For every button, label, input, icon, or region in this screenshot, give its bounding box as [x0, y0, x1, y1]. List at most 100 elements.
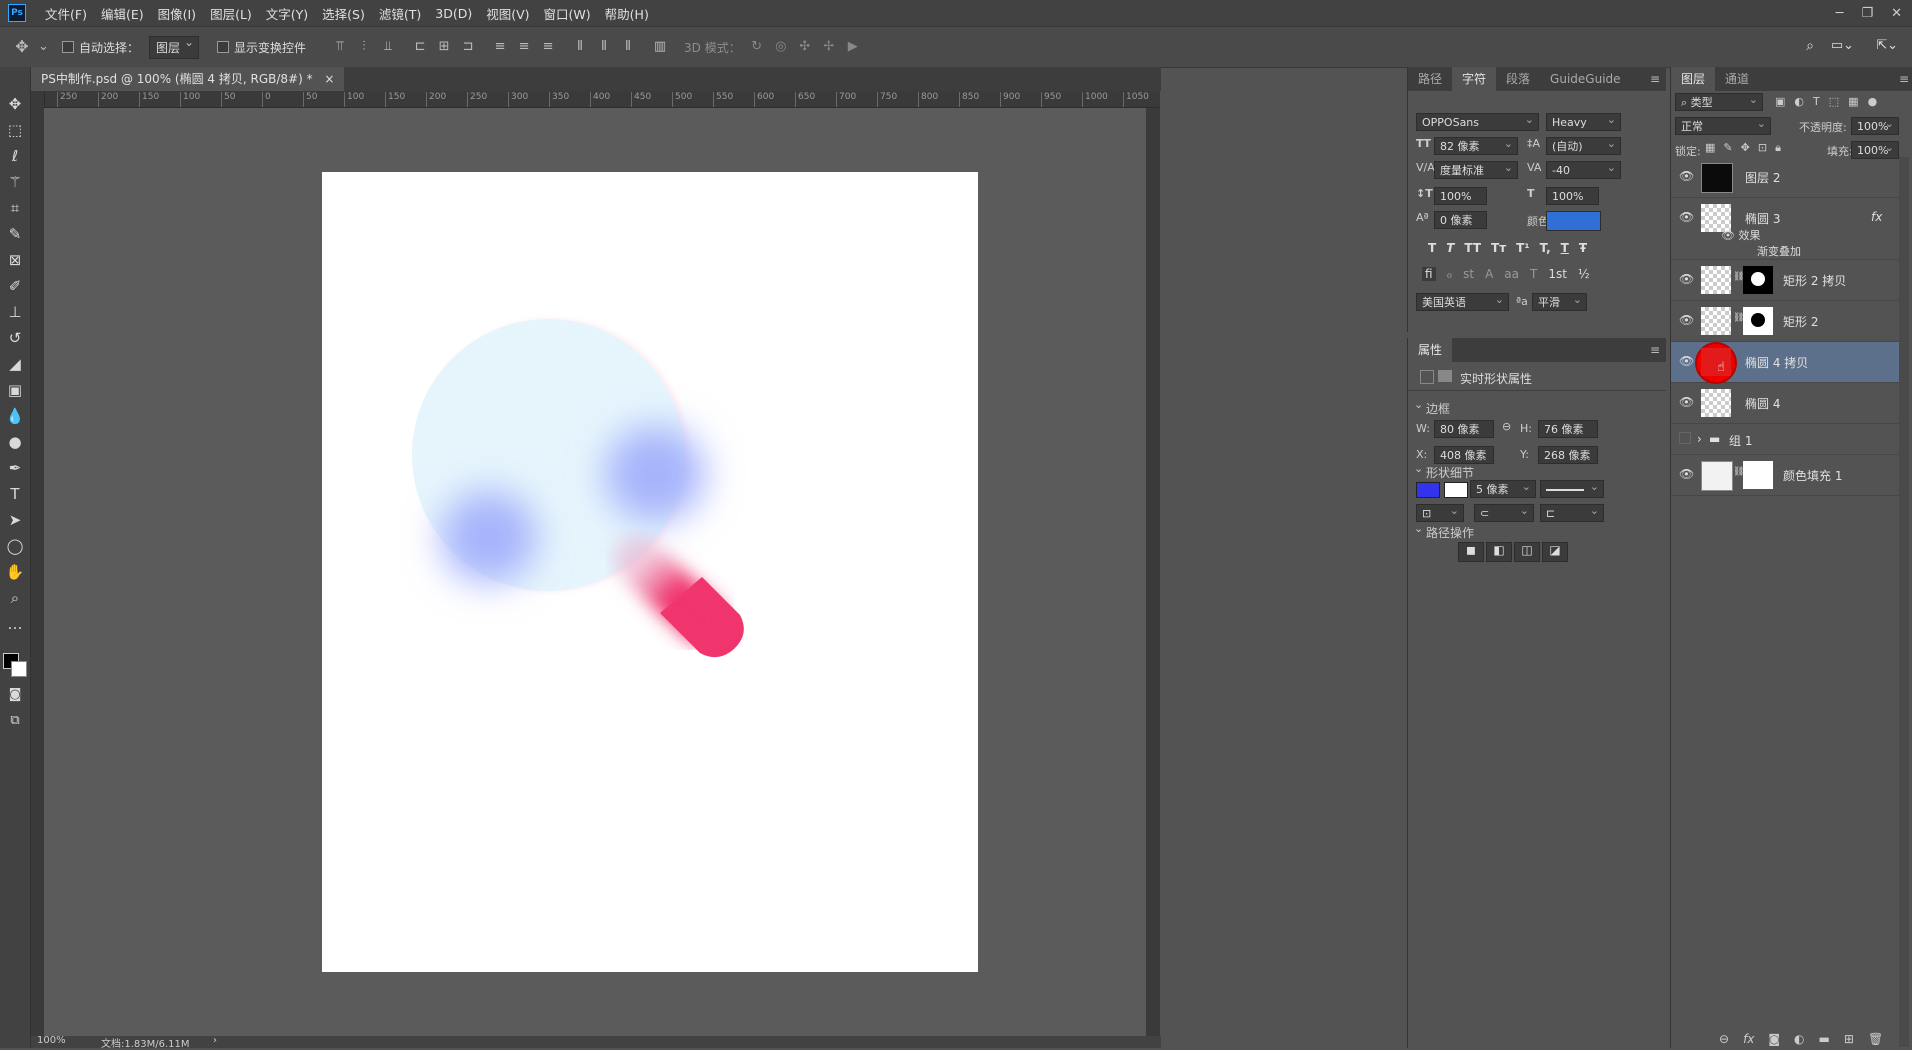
image-filter-icon[interactable]: ▣ — [1775, 95, 1785, 108]
hand-tool-icon[interactable]: ✋ — [0, 559, 30, 585]
distribute-right-icon[interactable]: ⦀ — [620, 40, 636, 54]
chevron-right-icon[interactable]: › — [1697, 432, 1702, 446]
panel-menu-icon[interactable]: ≡ — [1650, 343, 1660, 357]
visibility-box[interactable] — [1679, 432, 1691, 444]
more-tools-icon[interactable]: … — [0, 611, 30, 637]
share-icon[interactable]: ⇱⌄ — [1876, 38, 1898, 53]
height-field[interactable]: 76 像素 — [1538, 420, 1598, 438]
stroke-style-select[interactable] — [1540, 478, 1604, 498]
subtract-shapes-icon[interactable]: ◧ — [1486, 542, 1512, 562]
faux-italic-button[interactable]: T — [1446, 241, 1454, 255]
stroke-cap-select[interactable]: ⊂ — [1474, 502, 1534, 522]
lock-artboard-icon[interactable]: ⊡ — [1758, 141, 1767, 155]
tab-paths[interactable]: 路径 — [1408, 67, 1452, 91]
kerning-field[interactable]: 度量标准 — [1434, 159, 1518, 179]
tab-properties[interactable]: 属性 — [1408, 338, 1453, 362]
3d-slide-icon[interactable]: ✢ — [821, 40, 837, 54]
fill-color-swatch[interactable] — [1416, 482, 1440, 498]
mask-props-icon[interactable] — [1438, 370, 1452, 382]
search-icon[interactable]: ⌕ — [1806, 38, 1814, 54]
panel-menu-icon[interactable]: ≡ — [1650, 72, 1660, 86]
superscript-button[interactable]: T¹ — [1516, 241, 1529, 255]
new-layer-icon[interactable]: ⊞ — [1844, 1032, 1854, 1046]
menu-filter[interactable]: 滤镜(T) — [372, 4, 428, 23]
visibility-eye-icon[interactable]: 👁︎ — [1721, 229, 1738, 242]
font-size-field[interactable]: 82 像素 — [1434, 135, 1518, 155]
layer-row[interactable]: 👁︎ 椭圆 3 fx — [1671, 198, 1899, 238]
checkbox-icon[interactable] — [62, 41, 74, 53]
distribute-top-icon[interactable]: ≡ — [492, 40, 508, 54]
lock-pixels-icon[interactable]: ✎ — [1723, 141, 1732, 155]
menu-view[interactable]: 视图(V) — [479, 4, 536, 23]
frame-tool-icon[interactable]: ⊠ — [0, 247, 30, 273]
opacity-field[interactable]: 100% — [1851, 115, 1899, 135]
history-brush-icon[interactable]: ↺ — [0, 325, 30, 351]
color-swatches[interactable] — [0, 637, 30, 681]
stroke-width-field[interactable]: 5 像素 — [1470, 478, 1536, 498]
path-select-tool-icon[interactable]: ➤ — [0, 507, 30, 533]
gradient-overlay-row[interactable]: 渐变叠加 — [1757, 243, 1801, 259]
exclude-shapes-icon[interactable]: ◪ — [1542, 542, 1568, 562]
align-bottom-icon[interactable]: ⫫ — [380, 40, 396, 54]
stamp-tool-icon[interactable]: ⊥ — [0, 299, 30, 325]
ligature-button[interactable]: ﬁ — [1422, 267, 1436, 281]
pen-tool-icon[interactable]: ✒ — [0, 455, 30, 481]
tab-channels[interactable]: 通道 — [1715, 67, 1759, 91]
tab-paragraph[interactable]: 段落 — [1496, 67, 1540, 91]
antialias-select[interactable]: 平滑 — [1532, 291, 1587, 311]
layer-row[interactable]: 👁︎ 椭圆 4 — [1671, 383, 1899, 424]
small-caps-button[interactable]: Tт — [1491, 241, 1506, 255]
zoom-tool-icon[interactable]: ⌕ — [0, 585, 30, 611]
screen-mode-icon[interactable]: ⧉ — [0, 707, 30, 733]
ellipse-tool-icon[interactable]: ◯ — [0, 533, 30, 559]
blur-tool-icon[interactable]: 💧 — [0, 403, 30, 429]
panel-menu-icon[interactable]: ≡ — [1899, 72, 1909, 86]
group-row[interactable]: › ▬ 组 1 — [1671, 424, 1899, 455]
titling-button[interactable]: aa — [1504, 267, 1519, 281]
tracking-field[interactable]: -40 — [1546, 159, 1621, 179]
shape-props-icon[interactable] — [1420, 370, 1434, 384]
shape-filter-icon[interactable]: ⬚ — [1829, 95, 1839, 108]
layer-filter-select[interactable]: ⌕ 类型 — [1675, 91, 1763, 111]
dodge-tool-icon[interactable]: ● — [0, 429, 30, 455]
document-tab[interactable]: PS中制作.psd @ 100% (椭圆 4 拷贝, RGB/8#) * × — [31, 67, 345, 91]
layer-row[interactable]: 👁︎ ⛓ 矩形 2 — [1671, 301, 1899, 342]
baseline-shift-field[interactable]: 0 像素 — [1434, 211, 1487, 229]
delete-layer-icon[interactable]: 🗑︎ — [1868, 1032, 1883, 1046]
link-icon[interactable]: ⊖ — [1502, 420, 1511, 433]
combine-shapes-icon[interactable]: ◼ — [1458, 542, 1484, 562]
marquee-tool-icon[interactable]: ⬚ — [0, 117, 30, 143]
visibility-eye-icon[interactable]: 👁︎ — [1679, 395, 1694, 409]
menu-image[interactable]: 图像(I) — [151, 4, 203, 23]
workspace-icon[interactable]: ▭⌄ — [1831, 38, 1854, 53]
gradient-tool-icon[interactable]: ▣ — [0, 377, 30, 403]
status-arrow-icon[interactable]: › — [213, 1035, 217, 1046]
add-mask-icon[interactable]: ◙ — [1768, 1032, 1780, 1046]
3d-roll-icon[interactable]: ◎ — [773, 40, 789, 54]
move-tool-icon[interactable]: ✥ — [0, 91, 30, 117]
fractions-button[interactable]: ½ — [1578, 267, 1590, 281]
visibility-eye-icon[interactable]: 👁︎ — [1679, 169, 1694, 183]
link-layers-icon[interactable]: ⊖ — [1719, 1032, 1729, 1046]
stroke-color-swatch[interactable] — [1444, 482, 1468, 498]
3d-orbit-icon[interactable]: ↻ — [749, 40, 765, 54]
distribute-left-icon[interactable]: ⦀ — [572, 40, 588, 54]
old-style-button[interactable]: ℴ — [1447, 267, 1453, 281]
document-canvas[interactable] — [322, 172, 978, 972]
font-family-select[interactable]: OPPOSans — [1416, 111, 1539, 131]
lock-transparent-icon[interactable]: ▦ — [1705, 141, 1715, 155]
layer-row[interactable]: 👁︎ 图层 2 — [1671, 157, 1899, 198]
contextual-button[interactable]: T — [1530, 267, 1537, 281]
distribute-hcenter-icon[interactable]: ⦀ — [596, 40, 612, 54]
minimize-icon[interactable]: ─ — [1836, 6, 1844, 21]
zoom-level[interactable]: 100% — [37, 1035, 66, 1046]
underline-button[interactable]: T — [1561, 241, 1569, 255]
swash-button[interactable]: A — [1485, 267, 1493, 281]
menu-select[interactable]: 选择(S) — [315, 4, 372, 23]
vertical-scrollbar[interactable] — [1146, 108, 1160, 1036]
align-left-icon[interactable]: ⊏ — [412, 40, 428, 54]
visibility-eye-icon[interactable]: 👁︎ — [1679, 313, 1694, 327]
stroke-align-select[interactable]: ⊡ — [1416, 502, 1464, 522]
tab-layers[interactable]: 图层 — [1671, 67, 1716, 91]
menu-3d[interactable]: 3D(D) — [428, 6, 479, 21]
